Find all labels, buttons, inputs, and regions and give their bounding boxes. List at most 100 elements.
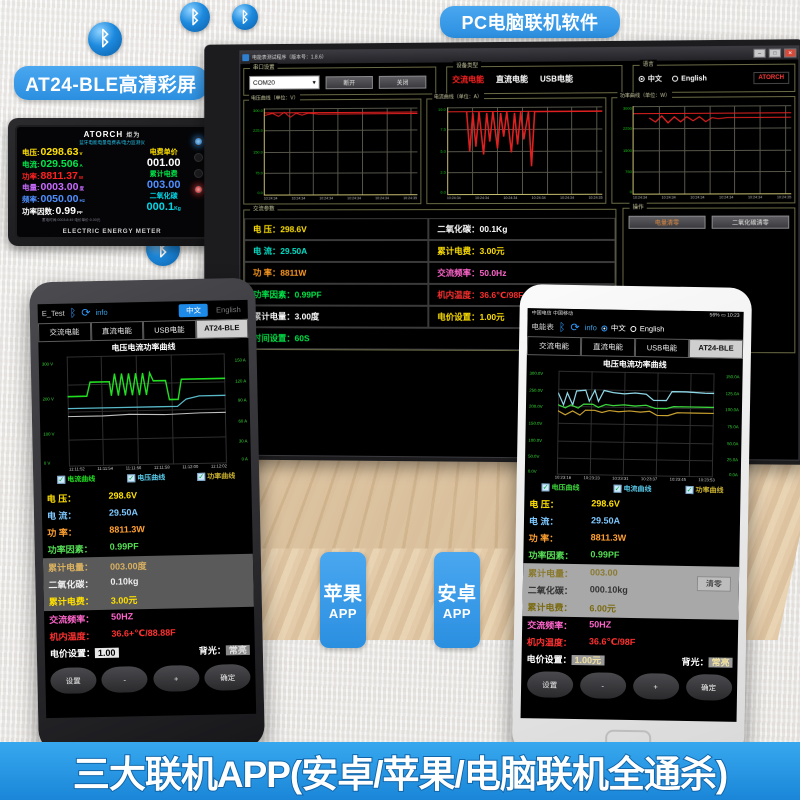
meter-row-label: 电流: [22, 159, 40, 169]
chart-power-series [634, 105, 791, 194]
legend-current[interactable]: ✓ 电流曲线 [613, 484, 652, 495]
android-button-row: 设置 - + 确定 [521, 667, 738, 705]
close-button[interactable]: ✕ [784, 48, 797, 58]
checkbox-icon[interactable]: ✓ [541, 483, 550, 492]
plus-button[interactable]: + [632, 673, 679, 700]
checkbox-icon[interactable]: ✓ [127, 474, 136, 483]
bluetooth-icon[interactable]: ᛒ [70, 307, 77, 319]
bottom-banner: 三大联机APP(安卓/苹果/电脑联机全通杀) [0, 742, 800, 800]
clear-button[interactable]: 清零 [696, 576, 732, 592]
ytick-right: 0 A [241, 455, 248, 462]
tab-usb[interactable]: USB电能 [142, 319, 196, 341]
plus-button[interactable]: + [152, 664, 200, 692]
tab-at24ble[interactable]: AT24-BLE [195, 318, 249, 339]
reading-total-fee: 累计电费： 6.00元 [527, 602, 617, 614]
chart-power-plot: 3000 2250 1500 750 0 [623, 105, 792, 195]
device-type-usb[interactable]: USB电能 [540, 73, 573, 84]
checkbox-icon[interactable]: ✓ [57, 475, 66, 485]
tab-bar: 交流电能 直流电能 USB电能 AT24-BLE [526, 336, 744, 359]
maximize-button[interactable]: □ [768, 48, 782, 58]
tab-ac[interactable]: 交流电能 [526, 336, 582, 357]
clear-co2-button[interactable]: 二氧化碳清零 [711, 215, 790, 229]
device-type-dc[interactable]: 直流电能 [496, 74, 528, 85]
android-app-screen: 中国电信 中国移动 56% ▭ 10:23 电能表 ᛒ ⟳ info 中文 En… [520, 308, 744, 722]
settings-button[interactable]: 设置 [49, 667, 97, 695]
confirm-button[interactable]: 确定 [204, 663, 251, 691]
language-english-button[interactable]: English [213, 304, 244, 316]
minus-button[interactable]: - [101, 666, 148, 693]
info-link[interactable]: info [585, 323, 597, 332]
ytick: 2250 [622, 125, 632, 131]
disconnect-button[interactable]: 断开 [325, 75, 373, 89]
meter-block-title: 累计电费 [149, 171, 178, 178]
tab-at24ble[interactable]: AT24-BLE [688, 338, 744, 359]
tab-usb[interactable]: USB电能 [634, 338, 690, 358]
led-indicator-power [194, 185, 203, 194]
price-input[interactable]: 1.00元 [571, 654, 605, 666]
meter-row: 电流: 029.506 A [22, 158, 120, 171]
confirm-button[interactable]: 确定 [685, 673, 732, 701]
backlight-value[interactable]: 常亮 [708, 657, 733, 668]
ac-parameters-label: 交流参数 [250, 204, 278, 213]
close-port-button[interactable]: 关闭 [378, 75, 427, 89]
param-voltage: 电 压：298.6V [244, 218, 429, 241]
device-type-ac[interactable]: 交流电能 [452, 74, 484, 85]
checkbox-icon[interactable]: ✓ [685, 486, 694, 495]
legend-power[interactable]: ✓ 功率曲线 [685, 485, 724, 496]
meter-footer-text: ELECTRIC ENERGY METER [62, 228, 162, 235]
bluetooth-icon[interactable]: ᛒ [559, 321, 566, 333]
tab-dc[interactable]: 直流电能 [580, 337, 636, 358]
meter-right-column: 电费单价 001.00 累计电费 003.00 二氧化碳 000.1Kg [124, 147, 203, 223]
meter-row-unit: V [79, 151, 83, 156]
app-icon [242, 54, 250, 62]
price-input[interactable]: 1.00 [94, 647, 119, 659]
tab-dc[interactable]: 直流电能 [90, 321, 144, 342]
ytick-left: 300 V [41, 361, 54, 367]
button-u[interactable] [194, 153, 203, 162]
info-link[interactable]: info [95, 308, 107, 317]
checkbox-icon[interactable]: ✓ [197, 472, 206, 482]
legend-voltage[interactable]: ✓ 电压曲线 [541, 482, 580, 493]
language-option-chinese[interactable]: 中文 [601, 322, 626, 333]
badge-android-app: 安卓 APP [434, 552, 480, 648]
language-option-chinese[interactable]: 中文 [638, 74, 662, 84]
ytick: 0.0 [257, 190, 263, 196]
ytick-right: 30 A [238, 438, 248, 444]
legend-voltage[interactable]: ✓ 电压曲线 [127, 473, 165, 484]
clock-label: 10:23 [727, 312, 740, 319]
language-option-english[interactable]: English [630, 324, 664, 334]
refresh-icon[interactable]: ⟳ [570, 321, 579, 334]
ytick-right: 0.0A [728, 472, 738, 478]
chart-voltage: 电压曲线（单位：V） 300.0 225.0 150.0 75.0 0.0 10… [243, 94, 422, 205]
minimize-button[interactable]: – [753, 48, 766, 58]
legend-power[interactable]: ✓ 功率曲线 [197, 471, 235, 482]
chart-current-series [448, 106, 603, 194]
backlight-value[interactable]: 常亮 [225, 644, 250, 656]
ytick-right: 150 A [234, 356, 246, 363]
language-option-english[interactable]: English [672, 75, 707, 82]
battery-percent: 56% [709, 312, 720, 319]
chart-current-plot: 10.0 7.5 5.0 2.5 0.0 [438, 106, 603, 196]
com-port-select[interactable]: COM20 ▾ [249, 75, 320, 90]
checkbox-icon[interactable]: ✓ [613, 484, 622, 493]
tab-ac[interactable]: 交流电能 [37, 322, 91, 343]
param-frequency: 交流频率：50.0Hz [428, 261, 616, 285]
clear-energy-button[interactable]: 电量清零 [628, 215, 706, 229]
meter-row-label: 功率: [22, 171, 40, 181]
meter-block-value: 001.00 [146, 157, 181, 169]
meter-block-title: 二氧化碳 [149, 193, 178, 200]
legend-current[interactable]: ✓ 电流曲线 [57, 474, 95, 485]
meter-block-title: 电费单价 [149, 149, 178, 156]
ytick: 2.5 [440, 169, 446, 175]
meter-row-unit: 度 [79, 186, 84, 192]
refresh-icon[interactable]: ⟳ [81, 306, 90, 319]
button-m[interactable] [194, 169, 203, 178]
device-type-group: 设备类型 交流电能 直流电能 USB电能 [446, 61, 623, 95]
android-chart-series [557, 388, 715, 417]
serial-settings-group: 串口设置 COM20 ▾ 断开 关闭 [243, 62, 437, 96]
language-chinese-button[interactable]: 中文 [178, 303, 209, 318]
settings-button[interactable]: 设置 [526, 671, 573, 698]
ytick-left: 50.0V [528, 453, 540, 460]
param-power: 功 率：8811W [244, 261, 429, 284]
minus-button[interactable]: - [579, 672, 626, 699]
